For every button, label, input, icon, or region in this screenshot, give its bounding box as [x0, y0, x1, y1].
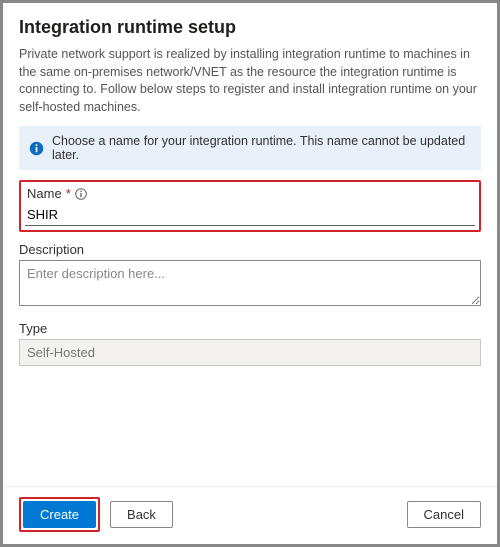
description-label: Description	[19, 242, 481, 257]
name-input[interactable]	[25, 204, 475, 226]
name-field-highlight: Name *	[19, 180, 481, 232]
create-button[interactable]: Create	[23, 501, 96, 528]
page-title: Integration runtime setup	[19, 17, 481, 38]
info-icon	[29, 141, 44, 156]
help-icon[interactable]	[75, 188, 87, 200]
description-input[interactable]	[19, 260, 481, 306]
intro-text: Private network support is realized by i…	[19, 46, 481, 116]
create-button-highlight: Create	[19, 497, 100, 532]
required-asterisk: *	[66, 186, 71, 201]
type-input	[19, 339, 481, 366]
name-label: Name *	[25, 186, 475, 201]
footer-bar: Create Back Cancel	[3, 486, 497, 544]
info-text: Choose a name for your integration runti…	[52, 134, 471, 162]
info-banner: Choose a name for your integration runti…	[19, 126, 481, 170]
back-button[interactable]: Back	[110, 501, 173, 528]
name-label-text: Name	[27, 186, 62, 201]
cancel-button[interactable]: Cancel	[407, 501, 481, 528]
type-label: Type	[19, 321, 481, 336]
